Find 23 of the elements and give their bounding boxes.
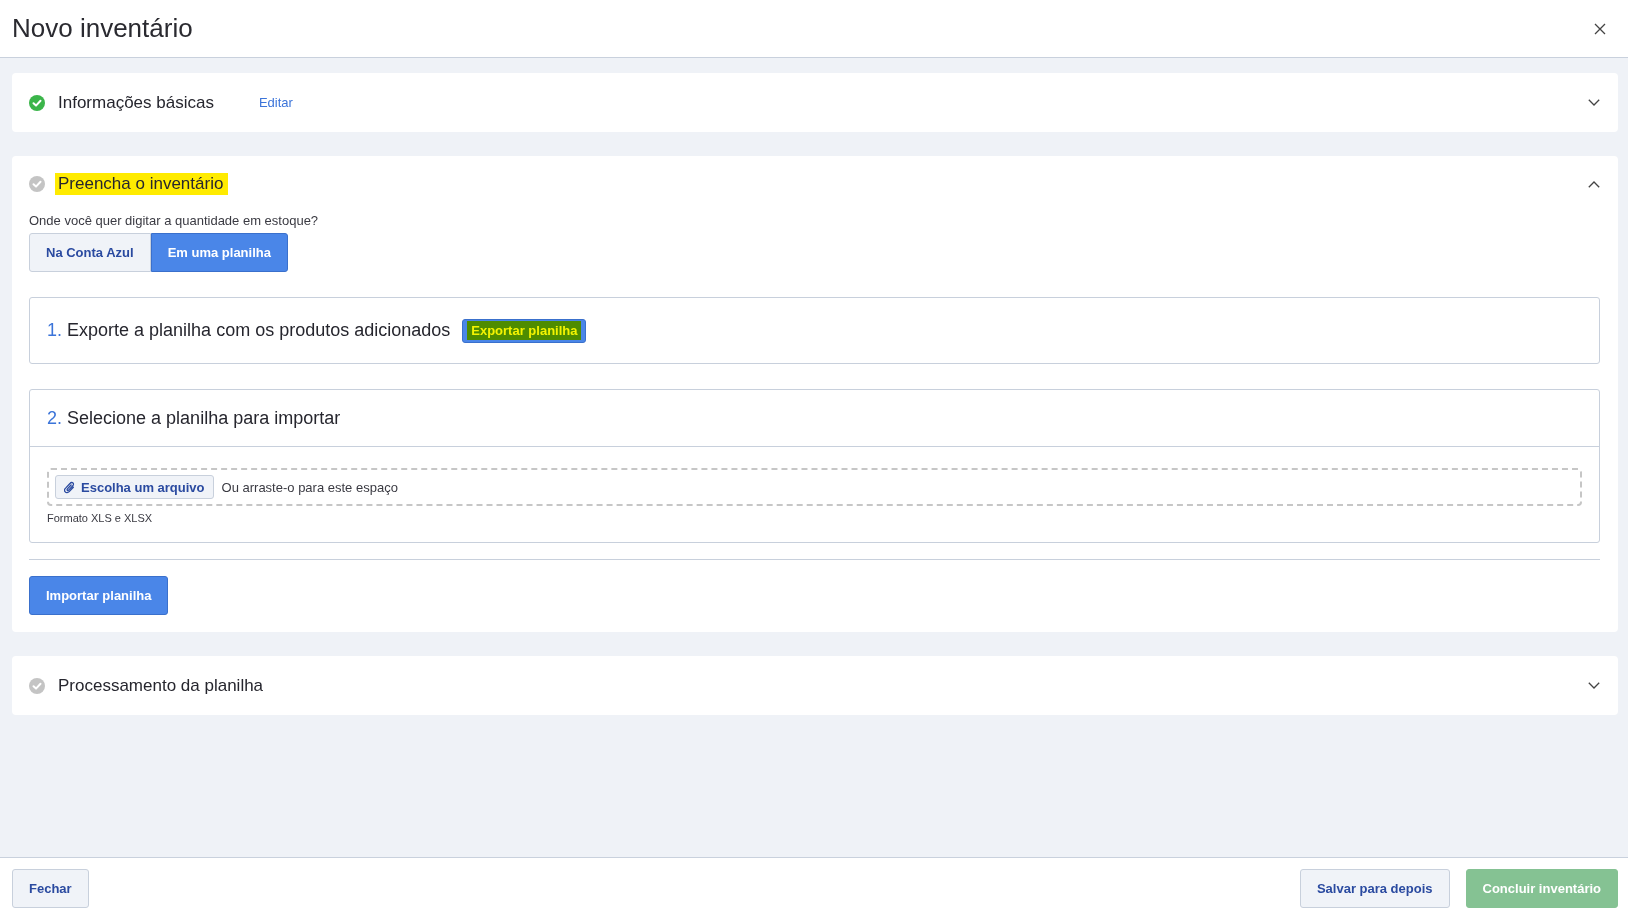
option-toggle[interactable]: Em uma planilha [150,233,288,272]
chevron-down-icon[interactable] [1588,99,1600,106]
drop-hint: Ou arraste-o para este espaço [221,479,398,495]
dialog-title: Novo inventário [12,13,193,44]
paperclip-icon [64,480,75,494]
step-title: 1. Exporte a planilha com os produtos adicionados [47,320,451,341]
format-note: Formato XLS e XLSX [47,512,153,524]
choose-file-button[interactable]: Escolha um arquivo [55,475,214,499]
option-toggle[interactable]: Na Conta Azul [29,233,151,272]
footer-button[interactable]: Fechar [12,869,89,908]
edit-link[interactable]: Editar [258,95,293,110]
import-button[interactable]: Importar planilha [29,576,169,615]
question-text: Onde você quer digitar a quantidade em estoque? [29,212,319,229]
section-title: Processamento da planilha [57,674,265,697]
chevron-down-icon[interactable] [1588,682,1600,689]
file-drop-zone[interactable]: Escolha um arquivo Ou arraste-o para este espaço [47,468,1582,506]
export-button[interactable]: Exportar planilha [462,318,587,343]
section-title: Informações básicas [57,91,215,114]
step-title: 2. Selecione a planilha para importar [47,407,341,429]
footer-button[interactable]: Salvar para depois [1299,869,1450,908]
chevron-up-icon[interactable] [1588,180,1600,188]
section-title: Preencha o inventário [55,173,229,195]
close-icon[interactable] [1594,22,1606,35]
